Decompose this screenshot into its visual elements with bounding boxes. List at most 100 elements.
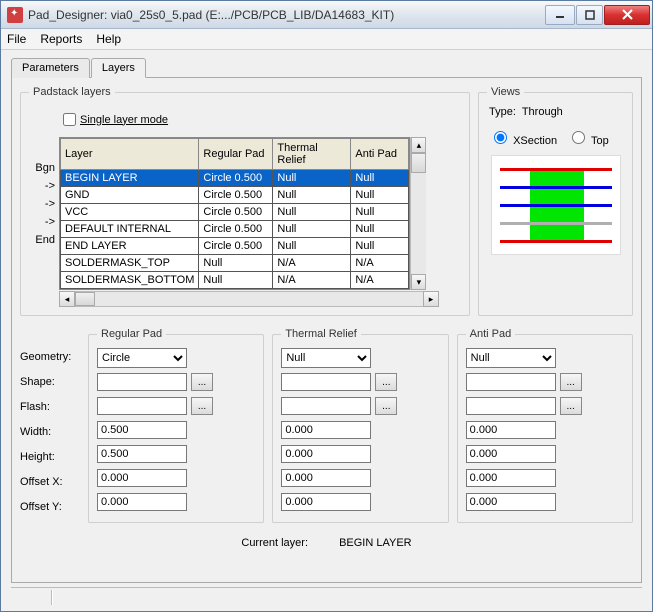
regular-shape-input[interactable] [97, 373, 187, 391]
current-layer-value: BEGIN LAYER [339, 537, 412, 549]
hscroll-thumb[interactable] [75, 292, 95, 306]
table-row[interactable]: DEFAULT INTERNALCircle 0.500NullNull [61, 221, 409, 238]
cell-layer[interactable]: VCC [61, 204, 199, 221]
thermal-height-input[interactable] [281, 445, 371, 463]
cell-layer[interactable]: SOLDERMASK_BOTTOM [61, 272, 199, 289]
scroll-thumb[interactable] [411, 153, 426, 173]
table-row[interactable]: VCCCircle 0.500NullNull [61, 204, 409, 221]
cell-layer[interactable]: BEGIN LAYER [61, 170, 199, 187]
single-layer-mode-checkbox[interactable] [63, 113, 76, 126]
thermal-shape-input[interactable] [281, 373, 371, 391]
regular-shape-browse-button[interactable]: ... [191, 373, 213, 391]
table-row[interactable]: BEGIN LAYERCircle 0.500NullNull [61, 170, 409, 187]
thermal-offsetx-input[interactable] [281, 469, 371, 487]
regular-width-input[interactable] [97, 421, 187, 439]
label-offsety: Offset Y: [20, 498, 80, 516]
grid-horizontal-scrollbar[interactable]: ◂ ▸ [59, 291, 439, 307]
thermal-geometry-select[interactable]: Null [281, 348, 371, 368]
regular-offsety-input[interactable] [97, 493, 187, 511]
cell-regular[interactable]: Circle 0.500 [199, 187, 273, 204]
cell-regular[interactable]: Circle 0.500 [199, 204, 273, 221]
app-icon [7, 7, 23, 23]
cell-anti[interactable]: Null [351, 187, 409, 204]
cell-thermal[interactable]: N/A [273, 255, 351, 272]
anti-geometry-select[interactable]: Null [466, 348, 556, 368]
label-height: Height: [20, 448, 80, 466]
anti-flash-browse-button[interactable]: ... [560, 397, 582, 415]
cell-regular[interactable]: Null [199, 255, 273, 272]
regular-pad-legend: Regular Pad [97, 328, 166, 340]
col-header-anti[interactable]: Anti Pad [351, 139, 409, 170]
cell-thermal[interactable]: Null [273, 221, 351, 238]
xsection-radio-label[interactable]: XSection [489, 128, 557, 147]
scroll-down-arrow-icon[interactable]: ▾ [411, 274, 426, 290]
cell-layer[interactable]: END LAYER [61, 238, 199, 255]
tab-layers[interactable]: Layers [91, 58, 146, 78]
cell-thermal[interactable]: Null [273, 238, 351, 255]
status-bar [11, 587, 642, 607]
cell-regular[interactable]: Circle 0.500 [199, 170, 273, 187]
thermal-offsety-input[interactable] [281, 493, 371, 511]
scroll-left-arrow-icon[interactable]: ◂ [59, 291, 75, 307]
single-layer-mode-label[interactable]: Single layer mode [80, 114, 168, 126]
maximize-button[interactable] [576, 5, 603, 25]
thermal-flash-browse-button[interactable]: ... [375, 397, 397, 415]
regular-flash-input[interactable] [97, 397, 187, 415]
menu-file[interactable]: File [7, 32, 26, 46]
cell-layer[interactable]: DEFAULT INTERNAL [61, 221, 199, 238]
anti-height-input[interactable] [466, 445, 556, 463]
anti-shape-input[interactable] [466, 373, 556, 391]
client-area: Parameters Layers Padstack layers Single… [1, 50, 652, 611]
cell-regular[interactable]: Circle 0.500 [199, 221, 273, 238]
cell-anti[interactable]: Null [351, 170, 409, 187]
tab-parameters[interactable]: Parameters [11, 58, 90, 78]
col-header-layer[interactable]: Layer [61, 139, 199, 170]
regular-height-input[interactable] [97, 445, 187, 463]
table-row[interactable]: END LAYERCircle 0.500NullNull [61, 238, 409, 255]
cell-layer[interactable]: SOLDERMASK_TOP [61, 255, 199, 272]
xsection-radio[interactable] [494, 131, 507, 144]
col-header-regular[interactable]: Regular Pad [199, 139, 273, 170]
top-radio[interactable] [572, 131, 585, 144]
regular-offsetx-input[interactable] [97, 469, 187, 487]
cell-thermal[interactable]: N/A [273, 272, 351, 289]
cell-anti[interactable]: Null [351, 221, 409, 238]
table-row[interactable]: GNDCircle 0.500NullNull [61, 187, 409, 204]
anti-offsetx-input[interactable] [466, 469, 556, 487]
thermal-width-input[interactable] [281, 421, 371, 439]
label-geometry: Geometry: [20, 348, 80, 366]
grid-vertical-scrollbar[interactable]: ▴ ▾ [410, 137, 426, 290]
cell-anti[interactable]: Null [351, 238, 409, 255]
anti-offsety-input[interactable] [466, 493, 556, 511]
table-row[interactable]: SOLDERMASK_TOPNullN/AN/A [61, 255, 409, 272]
menubar: File Reports Help [1, 29, 652, 50]
regular-geometry-select[interactable]: Circle [97, 348, 187, 368]
scroll-up-arrow-icon[interactable]: ▴ [411, 137, 426, 153]
cell-anti[interactable]: Null [351, 204, 409, 221]
cell-thermal[interactable]: Null [273, 187, 351, 204]
scroll-right-arrow-icon[interactable]: ▸ [423, 291, 439, 307]
cell-thermal[interactable]: Null [273, 170, 351, 187]
menu-help[interactable]: Help [96, 32, 121, 46]
thermal-flash-input[interactable] [281, 397, 371, 415]
menu-reports[interactable]: Reports [40, 32, 82, 46]
anti-flash-input[interactable] [466, 397, 556, 415]
thermal-shape-browse-button[interactable]: ... [375, 373, 397, 391]
table-row[interactable]: SOLDERMASK_BOTTOMNullN/AN/A [61, 272, 409, 289]
cell-regular[interactable]: Null [199, 272, 273, 289]
anti-shape-browse-button[interactable]: ... [560, 373, 582, 391]
cell-thermal[interactable]: Null [273, 204, 351, 221]
views-type-value: Through [522, 106, 563, 118]
minimize-button[interactable] [545, 5, 575, 25]
layers-grid[interactable]: Layer Regular Pad Thermal Relief Anti Pa… [59, 137, 410, 290]
label-flash: Flash: [20, 398, 80, 416]
cell-regular[interactable]: Circle 0.500 [199, 238, 273, 255]
close-button[interactable] [604, 5, 650, 25]
regular-flash-browse-button[interactable]: ... [191, 397, 213, 415]
anti-width-input[interactable] [466, 421, 556, 439]
cell-anti[interactable]: N/A [351, 272, 409, 289]
top-radio-label[interactable]: Top [567, 128, 609, 147]
col-header-thermal[interactable]: Thermal Relief [273, 139, 351, 170]
cell-layer[interactable]: GND [61, 187, 199, 204]
cell-anti[interactable]: N/A [351, 255, 409, 272]
